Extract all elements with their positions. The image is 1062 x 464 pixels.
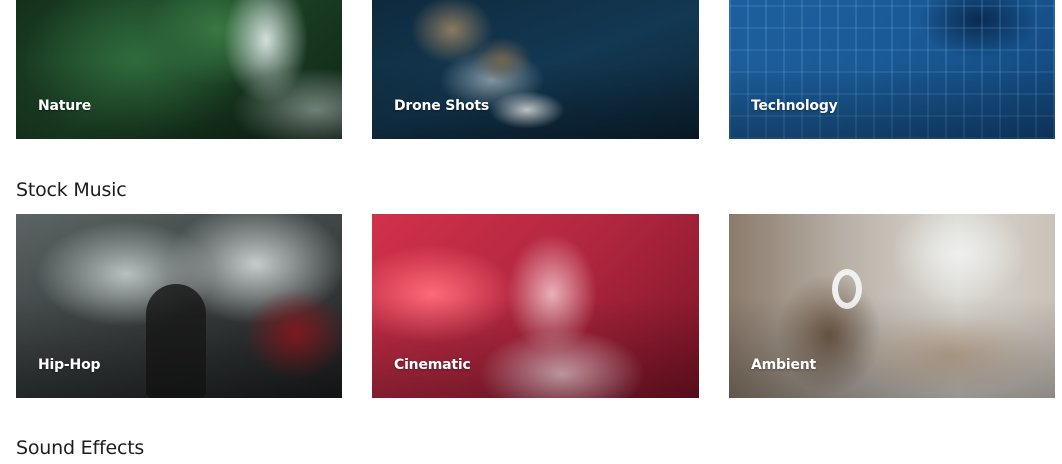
tile-label: Ambient	[751, 357, 816, 373]
tile-overlay	[16, 0, 342, 139]
category-tile-hip-hop[interactable]: Hip-Hop	[16, 214, 342, 398]
category-tile-ambient[interactable]: Ambient	[729, 214, 1055, 398]
tile-overlay	[729, 0, 1055, 139]
section-title-stock-music: Stock Music	[16, 179, 127, 201]
category-tile-technology[interactable]: Technology	[729, 0, 1055, 139]
category-tile-drone-shots[interactable]: Drone Shots	[372, 0, 699, 139]
category-tile-nature[interactable]: Nature	[16, 0, 342, 139]
category-tile-cinematic[interactable]: Cinematic	[372, 214, 699, 398]
browse-categories-page: Nature Drone Shots Technology Stock Musi…	[0, 0, 1062, 464]
tile-label: Drone Shots	[394, 98, 489, 114]
tile-label: Technology	[751, 98, 838, 114]
section-title-sound-effects: Sound Effects	[16, 437, 145, 459]
tile-label: Cinematic	[394, 357, 471, 373]
tile-label: Nature	[38, 98, 92, 114]
tile-overlay	[372, 0, 699, 139]
tile-label: Hip-Hop	[38, 357, 101, 373]
